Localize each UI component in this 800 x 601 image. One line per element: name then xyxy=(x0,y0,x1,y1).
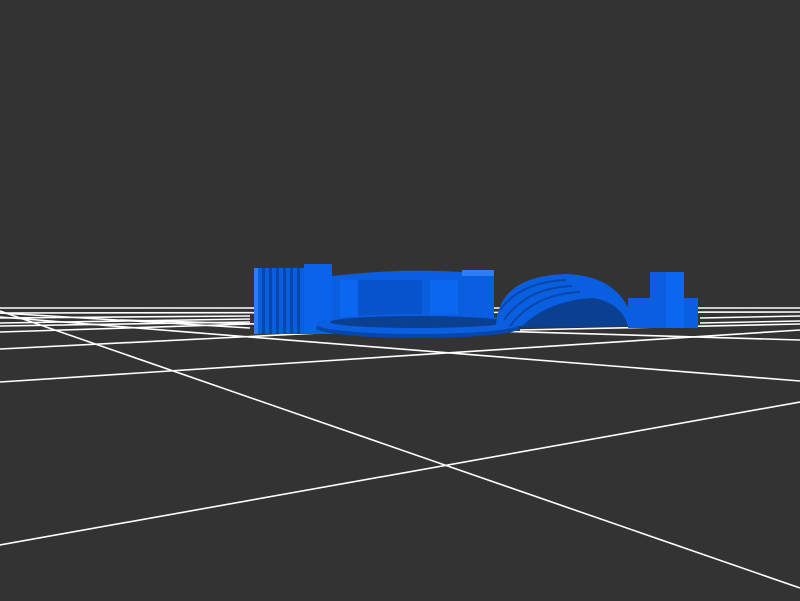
rib xyxy=(262,268,265,334)
flat-disc[interactable] xyxy=(316,314,520,338)
step-face xyxy=(666,272,684,328)
arc-wall-panel xyxy=(430,280,458,320)
arc-wall-top xyxy=(462,270,494,276)
step-base xyxy=(628,298,698,328)
rib xyxy=(276,268,279,334)
rib xyxy=(290,268,293,334)
arc-wall-panel xyxy=(358,280,422,320)
scene-canvas[interactable] xyxy=(0,0,800,601)
disc-inner xyxy=(330,316,506,328)
rib xyxy=(254,268,258,334)
rib xyxy=(269,268,272,334)
3d-viewport[interactable] xyxy=(0,0,800,601)
arc-wall-end xyxy=(462,270,494,320)
rib xyxy=(283,268,286,334)
arc-wall-panel xyxy=(340,280,358,320)
rib xyxy=(297,268,300,334)
